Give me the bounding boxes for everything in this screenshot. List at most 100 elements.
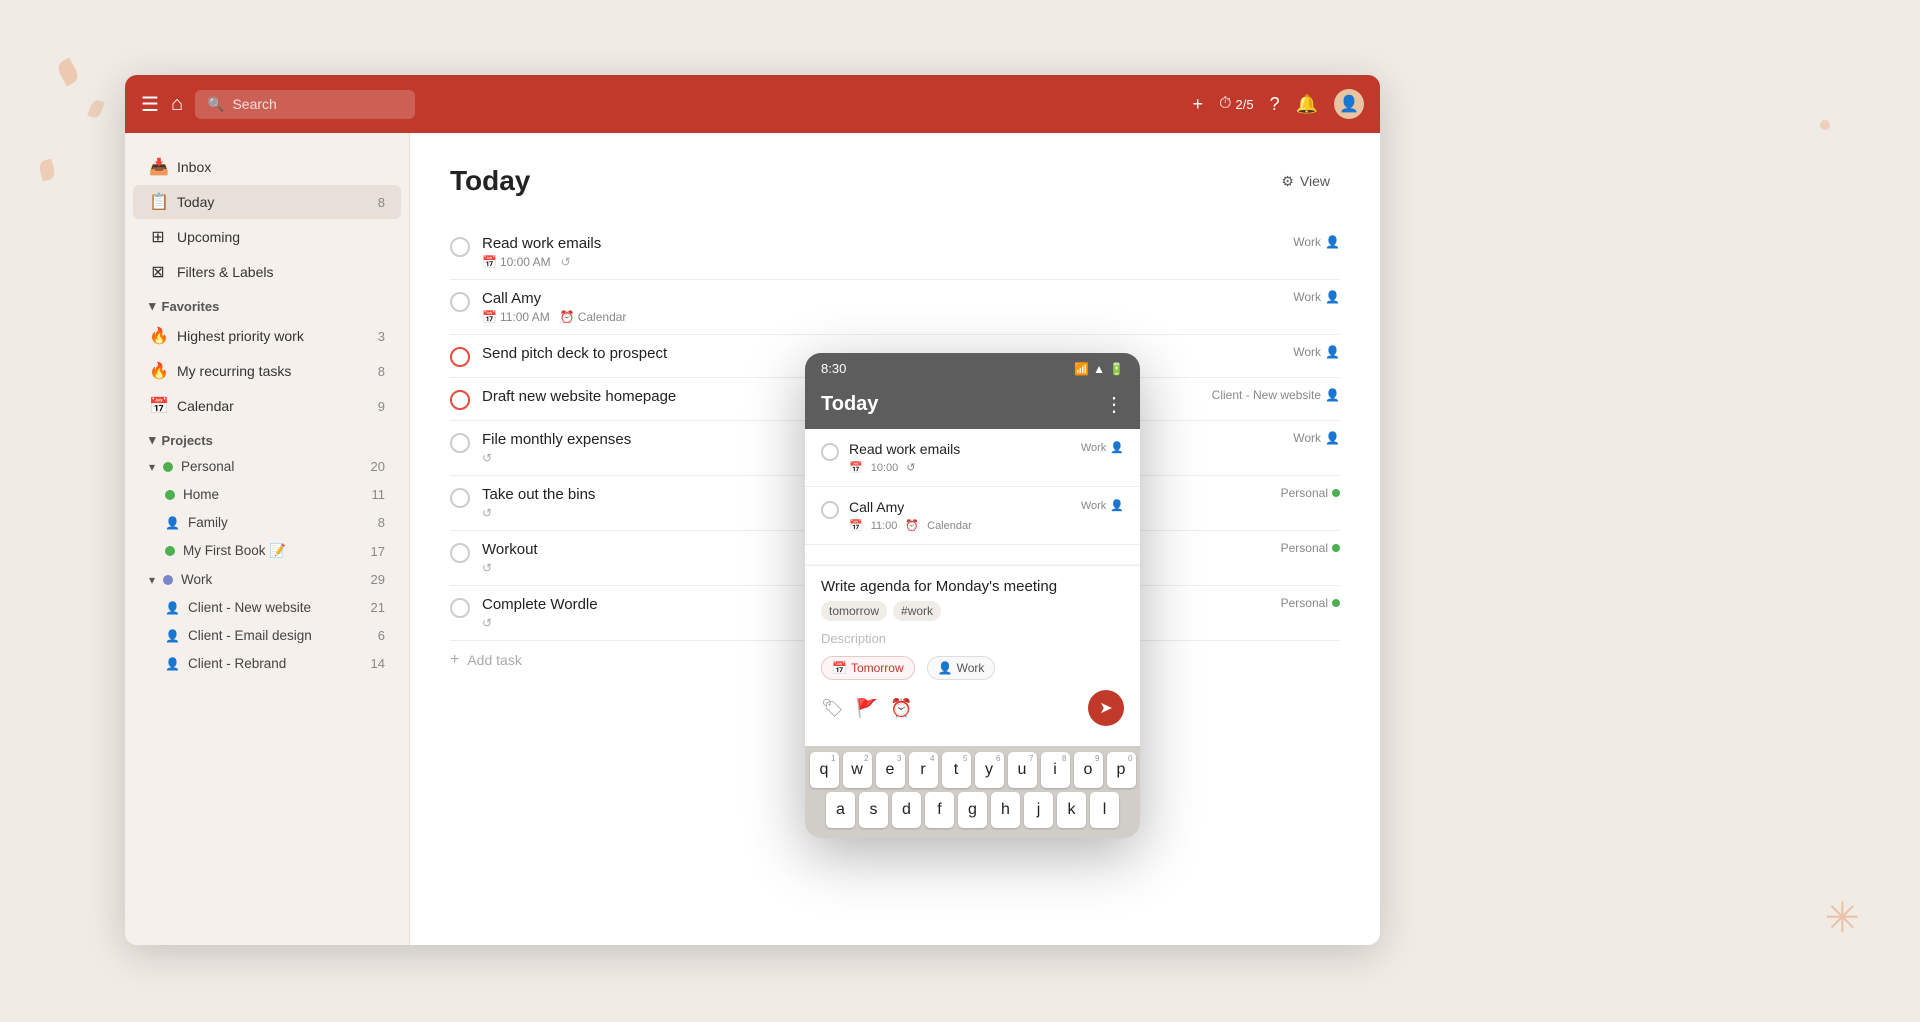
decor-leaf-2 [87, 98, 104, 119]
sidebar-item-family[interactable]: 👤 Family 8 [133, 509, 401, 536]
quick-add-task-text: Write agenda for Monday's meeting [821, 578, 1124, 595]
key-r[interactable]: r4 [909, 752, 938, 788]
main-content: Today ⚙ View Read work emails 📅 10 [410, 133, 1380, 945]
project-tag-2: Work 👤 [1293, 290, 1340, 304]
decor-dot [1820, 120, 1830, 130]
highest-priority-label: Highest priority work [177, 328, 355, 344]
app-body: 📥 Inbox 📋 Today 8 ⊞ Upcoming ⊠ Filters &… [125, 133, 1380, 945]
flag-icon[interactable]: 🏷 [821, 698, 844, 719]
menu-icon[interactable]: ☰ [141, 92, 159, 117]
favorites-header[interactable]: ▾ Favorites [133, 290, 401, 318]
quick-add-description[interactable]: Description [821, 631, 1124, 646]
task-checkbox-2[interactable] [450, 292, 470, 312]
key-q[interactable]: q1 [810, 752, 839, 788]
tag-work[interactable]: #work [893, 601, 941, 621]
task-checkbox-7[interactable] [450, 543, 470, 563]
mobile-clock-icon-2: ⏰ [905, 519, 919, 532]
project-button[interactable]: 👤 Work [927, 656, 996, 680]
calendar-count: 9 [365, 399, 385, 414]
mobile-task-checkbox-2[interactable] [821, 501, 839, 519]
recurring-label: My recurring tasks [177, 363, 355, 379]
sidebar-item-highest-priority[interactable]: 🔥 Highest priority work 3 [133, 319, 401, 353]
projects-header[interactable]: ▾ Projects [133, 424, 401, 452]
key-y[interactable]: y6 [975, 752, 1004, 788]
task-right-8: Personal [1281, 596, 1340, 610]
key-p[interactable]: p0 [1107, 752, 1136, 788]
chevron-down-icon-work: ▾ [149, 573, 155, 587]
key-d[interactable]: d [892, 792, 921, 828]
search-bar[interactable]: 🔍 [195, 90, 415, 119]
help-icon[interactable]: ? [1270, 94, 1280, 115]
sidebar-item-client-email[interactable]: 👤 Client - Email design 6 [133, 622, 401, 649]
sidebar-item-home[interactable]: Home 11 [133, 481, 401, 508]
keyboard-row-1: q1 w2 e3 r4 t5 y6 u7 i8 o9 p0 [809, 752, 1136, 788]
task-checkbox-4[interactable] [450, 390, 470, 410]
task-checkbox-3[interactable] [450, 347, 470, 367]
send-button[interactable]: ➤ [1088, 690, 1124, 726]
personal-dot [163, 462, 173, 472]
mobile-more-icon[interactable]: ⋮ [1104, 392, 1124, 417]
sidebar-item-client-rebrand[interactable]: 👤 Client - Rebrand 14 [133, 650, 401, 677]
key-w[interactable]: w2 [843, 752, 872, 788]
key-u[interactable]: u7 [1008, 752, 1037, 788]
task-checkbox-8[interactable] [450, 598, 470, 618]
sidebar-item-client-new[interactable]: 👤 Client - New website 21 [133, 594, 401, 621]
tag-tomorrow[interactable]: tomorrow [821, 601, 887, 621]
sidebar-item-today[interactable]: 📋 Today 8 [133, 185, 401, 219]
keyboard-row-2: a s d f g h j k l [809, 792, 1136, 828]
task-checkbox-1[interactable] [450, 237, 470, 257]
key-e[interactable]: e3 [876, 752, 905, 788]
client-rebrand-label: Client - Rebrand [188, 656, 357, 671]
sidebar-item-book[interactable]: My First Book 📝 17 [133, 537, 401, 565]
mobile-task-name-2: Call Amy [849, 499, 1071, 515]
home-icon[interactable]: ⌂ [171, 93, 183, 116]
key-i[interactable]: i8 [1041, 752, 1070, 788]
sidebar-item-personal[interactable]: ▾ Personal 20 [133, 453, 401, 480]
view-button[interactable]: ⚙ View [1271, 167, 1340, 196]
chevron-down-icon: ▾ [149, 298, 156, 314]
sidebar-item-work[interactable]: ▾ Work 29 [133, 566, 401, 593]
sidebar-item-inbox[interactable]: 📥 Inbox [133, 150, 401, 184]
bell-icon[interactable]: 🔔 [1296, 94, 1318, 115]
key-h[interactable]: h [991, 792, 1020, 828]
sidebar-item-filters[interactable]: ⊠ Filters & Labels [133, 255, 401, 289]
calendar-btn-icon: 📅 [832, 661, 847, 675]
add-icon[interactable]: + [1192, 94, 1203, 115]
date-button[interactable]: 📅 Tomorrow [821, 656, 915, 680]
key-j[interactable]: j [1024, 792, 1053, 828]
avatar[interactable]: 👤 [1334, 89, 1364, 119]
key-k[interactable]: k [1057, 792, 1086, 828]
key-a[interactable]: a [826, 792, 855, 828]
key-s[interactable]: s [859, 792, 888, 828]
reminder-icon[interactable]: ⏰ [890, 698, 912, 719]
key-f[interactable]: f [925, 792, 954, 828]
project-tag-5: Work 👤 [1293, 431, 1340, 445]
mobile-task-right-1: Work 👤 [1081, 441, 1124, 454]
key-t[interactable]: t5 [942, 752, 971, 788]
mobile-task-meta-1: 📅 10:00 ↺ [849, 461, 1071, 474]
highest-priority-count: 3 [365, 329, 385, 344]
personal-count: 20 [365, 459, 385, 474]
project-tag-3: Work 👤 [1293, 345, 1340, 359]
sidebar-item-calendar[interactable]: 📅 Calendar 9 [133, 389, 401, 423]
search-input[interactable] [232, 96, 382, 112]
recur-icon-7: ↺ [482, 561, 492, 575]
task-checkbox-5[interactable] [450, 433, 470, 453]
mobile-task-item-partial [805, 545, 1140, 565]
mobile-task-checkbox-1[interactable] [821, 443, 839, 461]
client-email-count: 6 [365, 628, 385, 643]
key-o[interactable]: o9 [1074, 752, 1103, 788]
home-count: 11 [365, 487, 385, 502]
priority-flag-icon[interactable]: 🚩 [856, 698, 878, 719]
key-g[interactable]: g [958, 792, 987, 828]
recur-icon-6: ↺ [482, 506, 492, 520]
task-right-4: Client - New website 👤 [1212, 388, 1340, 402]
dot-8 [1332, 599, 1340, 607]
sidebar-item-upcoming[interactable]: ⊞ Upcoming [133, 220, 401, 254]
filters-label: Filters & Labels [177, 264, 385, 280]
sidebar-item-recurring[interactable]: 🔥 My recurring tasks 8 [133, 354, 401, 388]
task-meta-1: 📅 10:00 AM ↺ [482, 255, 1281, 269]
recur-icon-1: ↺ [561, 255, 571, 269]
task-checkbox-6[interactable] [450, 488, 470, 508]
key-l[interactable]: l [1090, 792, 1119, 828]
